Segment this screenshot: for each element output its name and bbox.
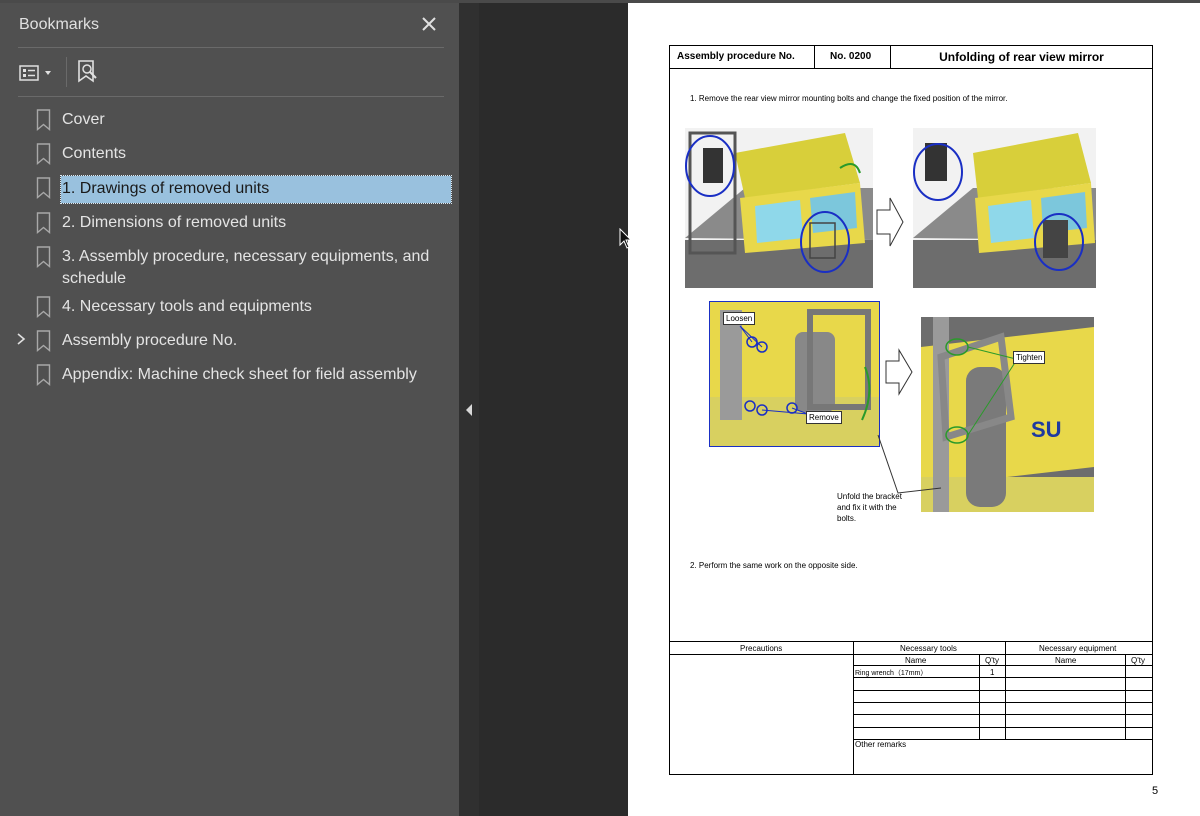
- precautions-header: Precautions: [740, 644, 783, 653]
- bookmark-icon: [36, 364, 51, 386]
- chevron-right-icon[interactable]: [14, 332, 28, 346]
- bookmark-icon: [36, 296, 51, 318]
- table-row-rule: [853, 714, 1153, 715]
- table-top-rule: [669, 641, 1153, 642]
- table-row-rule: [853, 727, 1153, 728]
- bookmark-icon: [36, 212, 51, 234]
- unfold-note-line2: and fix it with the: [837, 503, 897, 512]
- table-row-rule: [853, 690, 1153, 691]
- tool-qty-cell: 1: [990, 668, 995, 677]
- equipment-header: Necessary equipment: [1039, 644, 1117, 653]
- machine-photo-before: [685, 128, 873, 288]
- close-icon[interactable]: [418, 13, 440, 35]
- mouse-cursor-icon: [619, 228, 633, 249]
- bookmark-label: 2. Dimensions of removed units: [62, 214, 287, 231]
- mirror-detail-after: SU: [921, 317, 1094, 512]
- bookmark-icon: [36, 143, 51, 165]
- header-number-cell: No. 0200: [814, 45, 891, 69]
- header-title-cell: Unfolding of rear view mirror: [890, 45, 1153, 69]
- bookmark-icon: [36, 177, 51, 199]
- panel-title: Bookmarks: [19, 16, 100, 33]
- header-number: No. 0200: [830, 51, 872, 62]
- table-row-rule: [853, 665, 1153, 666]
- arrow-right-icon: [876, 196, 904, 253]
- unfold-note-line1: Unfold the bracket: [837, 492, 902, 501]
- machine-photo-after: [913, 128, 1096, 288]
- bookmark-label: 1. Drawings of removed units: [60, 175, 452, 204]
- bookmark-icon: [36, 109, 51, 131]
- bookmark-label: Contents: [62, 145, 127, 162]
- header-label-cell: Assembly procedure No.: [669, 45, 815, 69]
- bookmark-label: Assembly procedure No.: [62, 332, 238, 349]
- bookmark-label: 3. Assembly procedure, necessary equipme…: [62, 248, 430, 265]
- step-2-text: 2. Perform the same work on the opposite…: [690, 561, 858, 570]
- bookmark-icon: [36, 330, 51, 352]
- toolbar-separator: [66, 57, 67, 87]
- tools-name-header: Name: [905, 656, 927, 665]
- document-page: Assembly procedure No. No. 0200 Unfoldin…: [628, 3, 1200, 816]
- table-rule: [669, 654, 1153, 655]
- bookmark-label-continued: schedule: [62, 270, 127, 287]
- bookmark-label: Cover: [62, 111, 105, 128]
- bookmarks-panel: Bookmarks Cover Contents 1. Drawings of …: [0, 3, 459, 816]
- page-title: Unfolding of rear view mirror: [939, 50, 1104, 64]
- find-bookmark-icon[interactable]: [76, 59, 100, 87]
- tool-name-cell: Ring wrench（17mm）: [855, 670, 928, 677]
- step-1-text: 1. Remove the rear view mirror mounting …: [690, 94, 1008, 103]
- equipment-qty-header: Q'ty: [1131, 656, 1145, 665]
- divider: [18, 96, 444, 97]
- bookmark-item-assembly-procedure[interactable]: 3. Assembly procedure, necessary equipme…: [0, 243, 459, 289]
- loosen-label: Loosen: [723, 312, 756, 325]
- unfold-note-line3: bolts.: [837, 514, 857, 523]
- collapse-panel-icon[interactable]: [460, 400, 478, 420]
- table-row-rule: [853, 702, 1153, 703]
- options-menu-button[interactable]: [18, 61, 58, 85]
- header-label: Assembly procedure No.: [677, 51, 795, 62]
- tighten-label: Tighten: [1013, 351, 1046, 364]
- page-number: 5: [1152, 785, 1159, 797]
- other-remarks-label: Other remarks: [855, 740, 907, 749]
- bookmark-label: Appendix: Machine check sheet for field …: [62, 366, 417, 383]
- remove-label: Remove: [806, 411, 842, 424]
- tools-header: Necessary tools: [900, 644, 957, 653]
- table-col-rule: [853, 641, 854, 775]
- bookmark-label: 4. Necessary tools and equipments: [62, 298, 312, 315]
- bookmark-icon: [36, 246, 51, 268]
- arrow-right-icon: [885, 348, 913, 401]
- divider: [18, 47, 444, 48]
- svg-text:SU: SU: [1031, 417, 1062, 442]
- equipment-name-header: Name: [1055, 656, 1077, 665]
- tools-qty-header: Q'ty: [985, 656, 999, 665]
